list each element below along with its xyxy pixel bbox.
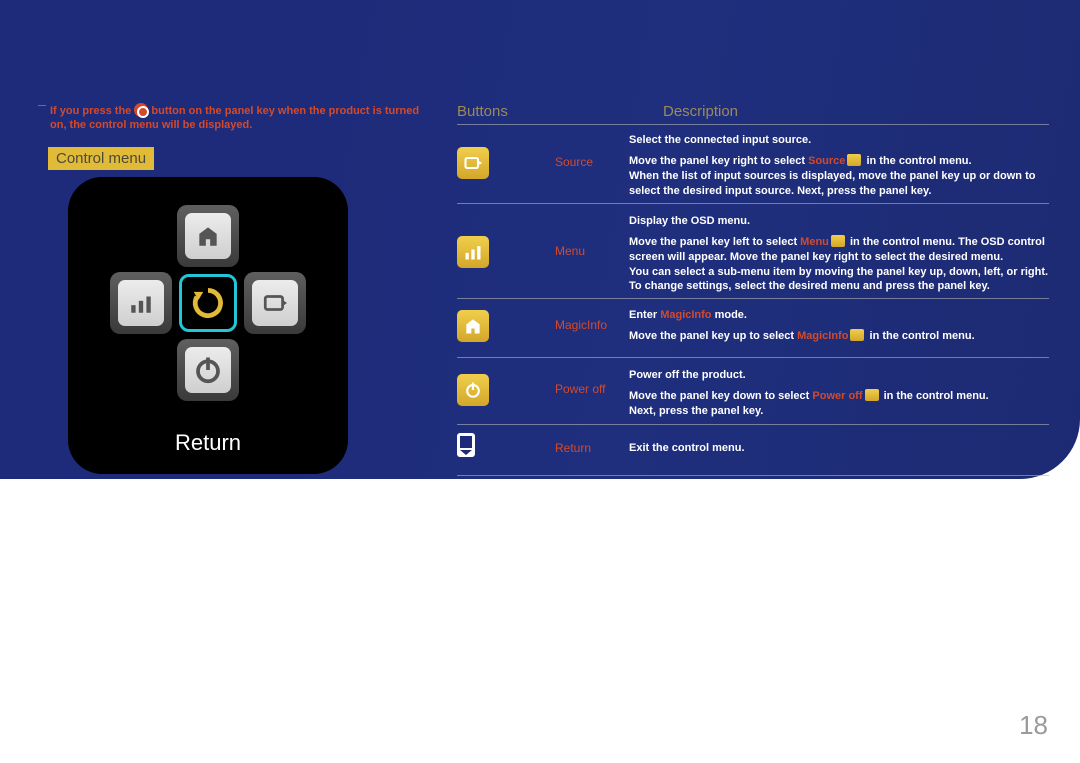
panel-key-icon: [134, 103, 148, 117]
divider: [457, 203, 1049, 204]
menu-mini-icon: [831, 235, 845, 247]
power-mini-icon: [865, 389, 879, 401]
page-number: 18: [1019, 710, 1048, 741]
dpad-center-return[interactable]: [177, 272, 239, 334]
poweroff-label: Power off: [555, 382, 605, 396]
divider: [457, 124, 1049, 125]
dpad-down-power[interactable]: [177, 339, 239, 401]
magicinfo-mini-icon: [850, 329, 864, 341]
control-menu-device: Return: [68, 177, 348, 474]
magicinfo-label: MagicInfo: [555, 318, 607, 332]
control-menu-heading: Control menu: [48, 147, 154, 170]
col-header-description: Description: [663, 103, 738, 120]
divider: [457, 424, 1049, 425]
col-header-buttons: Buttons: [457, 103, 508, 120]
menu-icon: [457, 236, 489, 268]
dpad-right-source[interactable]: [244, 272, 306, 334]
magicinfo-icon: [457, 310, 489, 342]
divider: [457, 475, 1049, 476]
power-icon: [457, 374, 489, 406]
menu-label: Menu: [555, 244, 585, 258]
source-label: Source: [555, 155, 593, 169]
dpad-up-magicinfo[interactable]: [177, 205, 239, 267]
return-icon: [457, 433, 475, 457]
divider: [457, 298, 1049, 299]
return-label: Return: [555, 441, 591, 455]
source-mini-icon: [847, 154, 861, 166]
source-icon: [457, 147, 489, 179]
device-selected-label: Return: [68, 430, 348, 456]
dpad-left-menu[interactable]: [110, 272, 172, 334]
divider: [457, 357, 1049, 358]
intro-note: If you press the button on the panel key…: [50, 103, 430, 133]
